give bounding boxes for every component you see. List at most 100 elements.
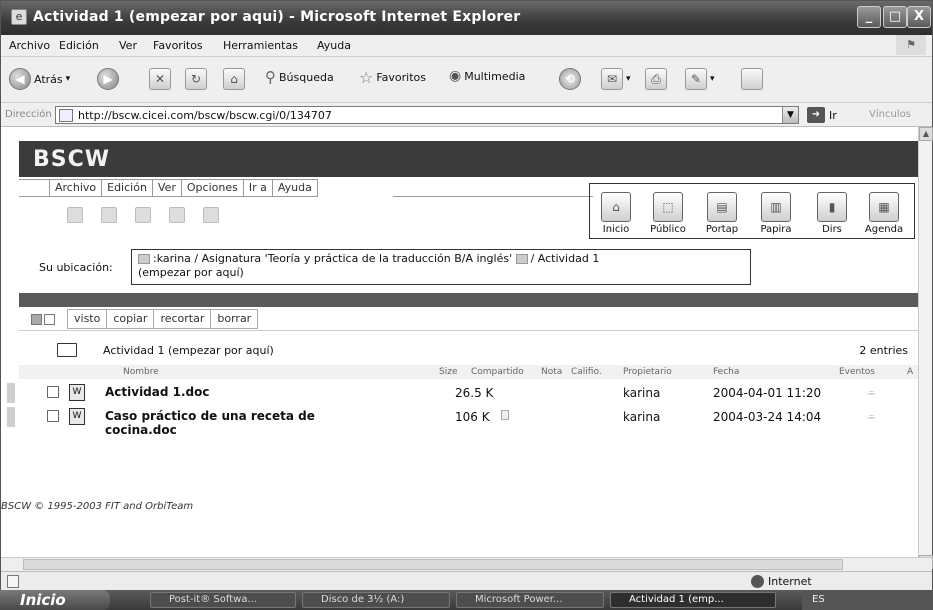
- nav-portap[interactable]: ▤ Portap: [700, 192, 744, 235]
- nav-dirs[interactable]: ▮ Dirs: [810, 192, 854, 235]
- col-size[interactable]: Size: [439, 367, 457, 377]
- bscw-menu-ver[interactable]: Ver: [153, 180, 182, 196]
- address-input[interactable]: http://bscw.cicei.com/bscw/bscw.cgi/0/13…: [55, 106, 799, 124]
- visto-button[interactable]: visto: [68, 310, 108, 328]
- col-rating[interactable]: Califio.: [571, 367, 602, 377]
- start-button[interactable]: Inicio: [0, 590, 110, 610]
- back-arrow-icon: ◀: [9, 68, 31, 90]
- separator-bar: [19, 293, 918, 307]
- nav-publico[interactable]: ⬚ Público: [646, 192, 690, 235]
- row-checkbox[interactable]: [47, 386, 59, 398]
- recortar-button[interactable]: recortar: [154, 310, 212, 328]
- back-button[interactable]: ◀ Atrás ▾: [9, 68, 70, 90]
- media-button[interactable]: ◉ Multimedia: [449, 68, 525, 84]
- select-all-checkbox[interactable]: [31, 314, 42, 325]
- history-button[interactable]: ⟲: [559, 68, 581, 90]
- star-icon: ☆: [359, 68, 374, 87]
- refresh-icon: ↻: [185, 68, 207, 90]
- address-url: http://bscw.cicei.com/bscw/bscw.cgi/0/13…: [78, 109, 332, 122]
- file-size: 106 K: [455, 410, 490, 424]
- link-icon[interactable]: [101, 207, 117, 223]
- folder-icon[interactable]: [169, 207, 185, 223]
- menu-edicion[interactable]: Edición: [59, 39, 99, 52]
- select-none-checkbox[interactable]: [44, 314, 55, 325]
- system-tray: ES: [802, 590, 933, 610]
- note-icon[interactable]: [501, 410, 509, 420]
- bscw-menu-edicion[interactable]: Edición: [102, 180, 153, 196]
- chevron-down-icon[interactable]: ▼: [782, 107, 798, 123]
- menu-ayuda[interactable]: Ayuda: [317, 39, 351, 52]
- col-name[interactable]: Nombre: [123, 367, 159, 377]
- bscw-action-icons: [67, 207, 219, 223]
- go-label: Ir: [829, 108, 837, 122]
- file-owner[interactable]: karina: [623, 410, 660, 424]
- forward-button[interactable]: ▶: [97, 68, 119, 90]
- nav-papira[interactable]: ▥ Papira: [754, 192, 798, 235]
- breadcrumb-path[interactable]: :karina / Asignatura 'Teoría y práctica …: [153, 252, 512, 265]
- borrar-button[interactable]: borrar: [211, 310, 257, 328]
- search-button[interactable]: ⚲ Búsqueda: [265, 68, 334, 86]
- close-button[interactable]: X: [907, 6, 931, 28]
- col-note[interactable]: Nota: [541, 367, 562, 377]
- bscw-logo: BSCW: [33, 147, 111, 172]
- actions-bar: visto copiar recortar borrar: [19, 309, 918, 331]
- discuss-button[interactable]: [741, 68, 763, 90]
- event-icon[interactable]: ⌯: [867, 386, 876, 400]
- links-button[interactable]: Vínculos: [869, 109, 911, 120]
- favorites-button[interactable]: ☆ Favoritos: [359, 68, 426, 87]
- vertical-scrollbar[interactable]: ▲ ▼: [918, 127, 933, 571]
- table-header: Nombre Size Compartido Nota Califio. Pro…: [19, 365, 918, 379]
- print-icon: ⎙: [645, 68, 667, 90]
- user-folder-icon: [138, 254, 150, 264]
- horizontal-scrollbar[interactable]: [1, 557, 932, 571]
- taskbar-item-active[interactable]: Actividad 1 (emp...: [610, 592, 776, 608]
- col-extra[interactable]: A: [907, 367, 913, 377]
- refresh-button[interactable]: ↻: [185, 68, 207, 90]
- bscw-menu-ayuda[interactable]: Ayuda: [273, 180, 317, 196]
- bscw-menu-archivo[interactable]: Archivo: [50, 180, 103, 196]
- menu-herramientas[interactable]: Herramientas: [223, 39, 298, 52]
- minimize-button[interactable]: _: [857, 6, 881, 28]
- row-checkbox[interactable]: [47, 410, 59, 422]
- menu-archivo[interactable]: Archivo: [9, 39, 50, 52]
- file-name[interactable]: Caso práctico de una receta de cocina.doc: [105, 409, 315, 437]
- language-indicator[interactable]: ES: [812, 594, 825, 605]
- nav-inicio[interactable]: ⌂ Inicio: [594, 192, 638, 235]
- print-button[interactable]: ⎙: [645, 68, 667, 90]
- folder-new-icon[interactable]: [67, 207, 83, 223]
- file-owner[interactable]: karina: [623, 386, 660, 400]
- taskbar-item[interactable]: Post-it® Softwa...: [150, 592, 296, 608]
- menu-favoritos[interactable]: Favoritos: [153, 39, 203, 52]
- bscw-nav-box: ⌂ Inicio ⬚ Público ▤ Portap ▥ Papira ▮ D…: [589, 183, 915, 239]
- page-status-icon: [7, 575, 19, 588]
- menu-ver[interactable]: Ver: [119, 39, 137, 52]
- word-document-icon[interactable]: W: [69, 384, 85, 401]
- bscw-menu-ir-a[interactable]: Ir a: [244, 180, 273, 196]
- col-date[interactable]: Fecha: [713, 367, 739, 377]
- nav-agenda[interactable]: ▦ Agenda: [862, 192, 906, 235]
- col-owner[interactable]: Propietario: [623, 367, 672, 377]
- mail-button[interactable]: ✉ ▾: [601, 68, 631, 90]
- col-shared[interactable]: Compartido: [471, 367, 524, 377]
- maximize-button[interactable]: □: [883, 6, 907, 28]
- upload-icon[interactable]: [135, 207, 151, 223]
- event-icon[interactable]: ⌯: [867, 410, 876, 424]
- file-name[interactable]: Actividad 1.doc: [105, 385, 210, 399]
- status-bar: Internet: [1, 571, 932, 591]
- stop-button[interactable]: ✕: [149, 68, 171, 90]
- taskbar-item[interactable]: Microsoft Power...: [456, 592, 604, 608]
- footer-copyright: BSCW © 1995-2003 FIT and OrbiTeam: [1, 501, 194, 512]
- scroll-thumb[interactable]: [23, 559, 843, 570]
- document-new-icon[interactable]: [203, 207, 219, 223]
- taskbar-item[interactable]: Disco de 3½ (A:): [302, 592, 450, 608]
- row-marker: [7, 407, 15, 427]
- word-document-icon[interactable]: W: [69, 408, 85, 425]
- history-icon: ⟲: [559, 68, 581, 90]
- scroll-up-icon[interactable]: ▲: [919, 127, 933, 141]
- home-button[interactable]: ⌂: [223, 68, 245, 90]
- edit-button[interactable]: ✎ ▾: [685, 68, 715, 90]
- bscw-menu-opciones[interactable]: Opciones: [182, 180, 244, 196]
- copiar-button[interactable]: copiar: [107, 310, 155, 328]
- go-button[interactable]: ➜ Ir: [807, 107, 837, 123]
- col-events[interactable]: Eventos: [839, 367, 875, 377]
